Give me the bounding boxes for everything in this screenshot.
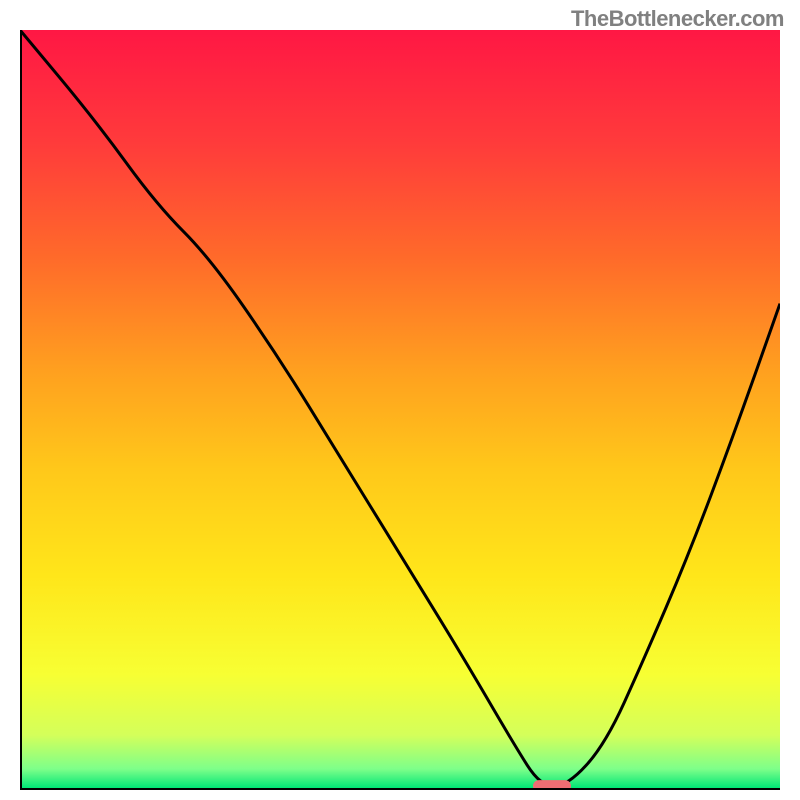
watermark-text: TheBottlenecker.com <box>571 6 784 32</box>
chart-background <box>20 30 780 788</box>
chart-svg <box>20 30 780 790</box>
chart-plot <box>20 30 780 790</box>
